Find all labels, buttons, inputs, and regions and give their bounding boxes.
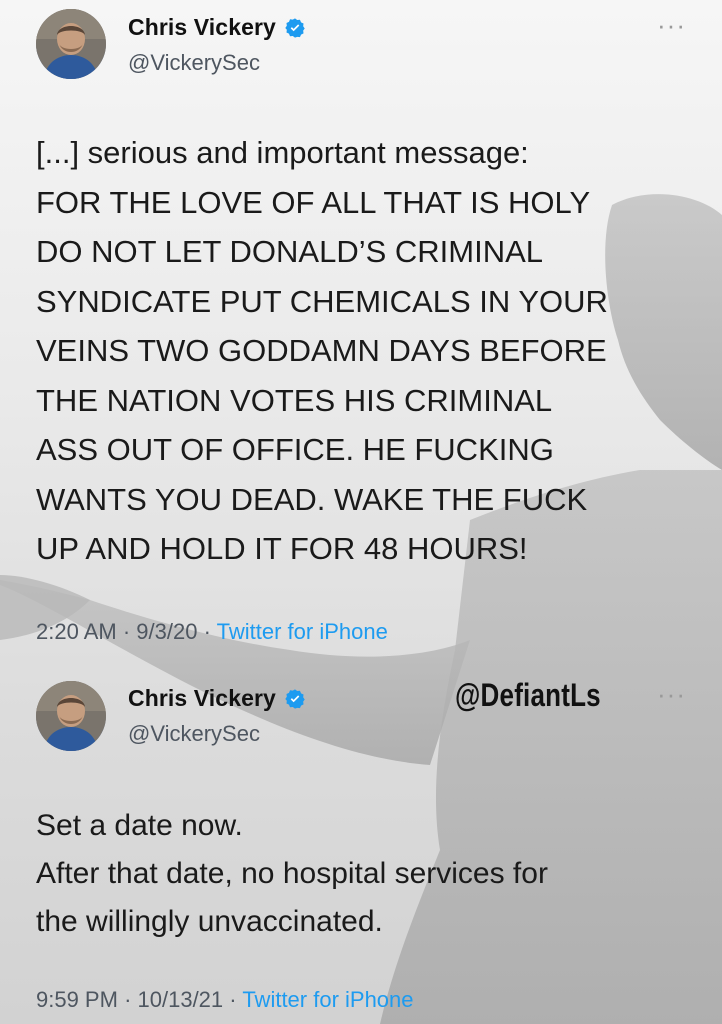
tweet-source-link[interactable]: Twitter for iPhone [217, 619, 388, 644]
tweet-source-link[interactable]: Twitter for iPhone [242, 987, 413, 1012]
more-options-icon[interactable]: ··· [657, 679, 686, 710]
tweet-text: Set a date now. After that date, no hosp… [36, 809, 548, 938]
meta-separator: · [229, 987, 237, 1012]
meta-separator: · [122, 619, 131, 644]
avatar[interactable] [36, 9, 106, 79]
meta-separator: · [203, 619, 211, 644]
tweet-date[interactable]: 10/13/21 [138, 987, 224, 1012]
tweet-text: [...] serious and important message: FOR… [36, 135, 608, 566]
tweet-time[interactable]: 2:20 AM [36, 619, 117, 644]
verified-badge-icon [285, 17, 305, 38]
author-name-row[interactable]: Chris Vickery [128, 14, 306, 41]
tweet-meta: 9:59 PM · 10/13/21 · Twitter for iPhone [36, 987, 414, 1013]
author-handle[interactable]: @VickerySec [128, 721, 260, 747]
tweet-time[interactable]: 9:59 PM [36, 987, 118, 1012]
author-handle[interactable]: @VickerySec [128, 50, 260, 76]
verified-badge-icon [285, 688, 305, 709]
watermark-handle: @DefiantLs [455, 676, 601, 714]
tweet-date[interactable]: 9/3/20 [136, 619, 197, 644]
author-name[interactable]: Chris Vickery [128, 14, 276, 41]
avatar[interactable] [36, 681, 106, 751]
meta-separator: · [124, 987, 132, 1012]
author-name-row[interactable]: Chris Vickery [128, 685, 306, 712]
tweet-meta: 2:20 AM · 9/3/20 · Twitter for iPhone [36, 619, 388, 645]
more-options-icon[interactable]: ··· [657, 10, 686, 41]
author-name[interactable]: Chris Vickery [128, 685, 276, 712]
